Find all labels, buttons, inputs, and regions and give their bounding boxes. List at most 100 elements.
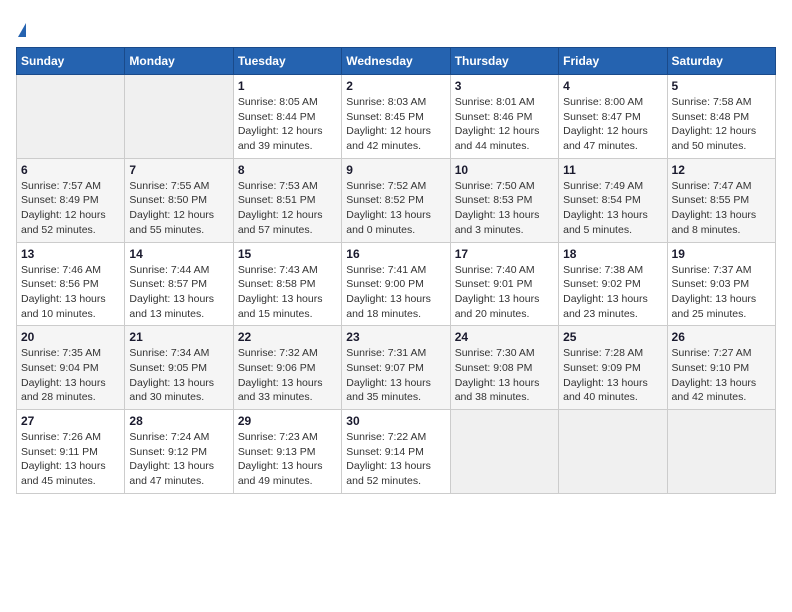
weekday-header-saturday: Saturday bbox=[667, 48, 775, 75]
day-number: 12 bbox=[672, 163, 771, 177]
day-info: Sunrise: 7:43 AMSunset: 8:58 PMDaylight:… bbox=[238, 263, 337, 322]
day-info: Sunrise: 7:46 AMSunset: 8:56 PMDaylight:… bbox=[21, 263, 120, 322]
day-number: 5 bbox=[672, 79, 771, 93]
calendar-cell: 8 Sunrise: 7:53 AMSunset: 8:51 PMDaylight… bbox=[233, 158, 341, 242]
day-number: 23 bbox=[346, 330, 445, 344]
day-info: Sunrise: 7:55 AMSunset: 8:50 PMDaylight:… bbox=[129, 179, 228, 238]
calendar-cell: 25 Sunrise: 7:28 AMSunset: 9:09 PMDayligh… bbox=[559, 326, 667, 410]
calendar-cell: 6Sunrise: 7:57 AMSunset: 8:49 PMDaylight… bbox=[17, 158, 125, 242]
day-info: Sunrise: 7:27 AMSunset: 9:10 PMDaylight:… bbox=[672, 346, 771, 405]
day-number: 13 bbox=[21, 247, 120, 261]
calendar-week-row: 1 Sunrise: 8:05 AMSunset: 8:44 PMDaylight… bbox=[17, 75, 776, 159]
day-info: Sunrise: 7:32 AMSunset: 9:06 PMDaylight:… bbox=[238, 346, 337, 405]
calendar-cell bbox=[125, 75, 233, 159]
logo-triangle-icon bbox=[18, 23, 26, 37]
calendar-week-row: 13 Sunrise: 7:46 AMSunset: 8:56 PMDayligh… bbox=[17, 242, 776, 326]
calendar-cell: 18Sunrise: 7:38 AMSunset: 9:02 PMDayligh… bbox=[559, 242, 667, 326]
calendar-cell: 5 Sunrise: 7:58 AMSunset: 8:48 PMDaylight… bbox=[667, 75, 775, 159]
calendar-cell: 21 Sunrise: 7:34 AMSunset: 9:05 PMDayligh… bbox=[125, 326, 233, 410]
day-info: Sunrise: 7:38 AMSunset: 9:02 PMDaylight:… bbox=[563, 263, 662, 322]
calendar-cell: 1 Sunrise: 8:05 AMSunset: 8:44 PMDaylight… bbox=[233, 75, 341, 159]
day-number: 11 bbox=[563, 163, 662, 177]
day-info: Sunrise: 7:53 AMSunset: 8:51 PMDaylight:… bbox=[238, 179, 337, 238]
day-number: 2 bbox=[346, 79, 445, 93]
calendar-table: SundayMondayTuesdayWednesdayThursdayFrid… bbox=[16, 47, 776, 494]
day-info: Sunrise: 7:40 AMSunset: 9:01 PMDaylight:… bbox=[455, 263, 554, 322]
day-number: 19 bbox=[672, 247, 771, 261]
calendar-cell: 16 Sunrise: 7:41 AMSunset: 9:00 PMDayligh… bbox=[342, 242, 450, 326]
day-info: Sunrise: 7:44 AMSunset: 8:57 PMDaylight:… bbox=[129, 263, 228, 322]
day-number: 16 bbox=[346, 247, 445, 261]
day-number: 9 bbox=[346, 163, 445, 177]
day-number: 4 bbox=[563, 79, 662, 93]
day-info: Sunrise: 7:22 AMSunset: 9:14 PMDaylight:… bbox=[346, 430, 445, 489]
calendar-cell: 13 Sunrise: 7:46 AMSunset: 8:56 PMDayligh… bbox=[17, 242, 125, 326]
day-info: Sunrise: 7:57 AMSunset: 8:49 PMDaylight:… bbox=[21, 179, 120, 238]
day-info: Sunrise: 7:37 AMSunset: 9:03 PMDaylight:… bbox=[672, 263, 771, 322]
calendar-cell: 27Sunrise: 7:26 AMSunset: 9:11 PMDayligh… bbox=[17, 410, 125, 494]
day-number: 25 bbox=[563, 330, 662, 344]
day-info: Sunrise: 8:03 AMSunset: 8:45 PMDaylight:… bbox=[346, 95, 445, 154]
day-number: 24 bbox=[455, 330, 554, 344]
day-info: Sunrise: 7:34 AMSunset: 9:05 PMDaylight:… bbox=[129, 346, 228, 405]
day-info: Sunrise: 8:00 AMSunset: 8:47 PMDaylight:… bbox=[563, 95, 662, 154]
day-info: Sunrise: 7:24 AMSunset: 9:12 PMDaylight:… bbox=[129, 430, 228, 489]
calendar-cell: 26 Sunrise: 7:27 AMSunset: 9:10 PMDayligh… bbox=[667, 326, 775, 410]
page-header bbox=[16, 16, 776, 39]
calendar-cell: 17 Sunrise: 7:40 AMSunset: 9:01 PMDayligh… bbox=[450, 242, 558, 326]
day-info: Sunrise: 7:49 AMSunset: 8:54 PMDaylight:… bbox=[563, 179, 662, 238]
day-number: 15 bbox=[238, 247, 337, 261]
calendar-week-row: 6Sunrise: 7:57 AMSunset: 8:49 PMDaylight… bbox=[17, 158, 776, 242]
day-info: Sunrise: 7:28 AMSunset: 9:09 PMDaylight:… bbox=[563, 346, 662, 405]
day-number: 22 bbox=[238, 330, 337, 344]
logo bbox=[16, 16, 26, 39]
calendar-cell: 15 Sunrise: 7:43 AMSunset: 8:58 PMDayligh… bbox=[233, 242, 341, 326]
day-info: Sunrise: 7:23 AMSunset: 9:13 PMDaylight:… bbox=[238, 430, 337, 489]
day-number: 8 bbox=[238, 163, 337, 177]
calendar-cell: 11 Sunrise: 7:49 AMSunset: 8:54 PMDayligh… bbox=[559, 158, 667, 242]
calendar-cell: 3Sunrise: 8:01 AMSunset: 8:46 PMDaylight… bbox=[450, 75, 558, 159]
calendar-cell: 23 Sunrise: 7:31 AMSunset: 9:07 PMDayligh… bbox=[342, 326, 450, 410]
day-number: 3 bbox=[455, 79, 554, 93]
day-info: Sunrise: 7:47 AMSunset: 8:55 PMDaylight:… bbox=[672, 179, 771, 238]
calendar-cell bbox=[559, 410, 667, 494]
calendar-cell bbox=[450, 410, 558, 494]
calendar-cell: 20 Sunrise: 7:35 AMSunset: 9:04 PMDayligh… bbox=[17, 326, 125, 410]
calendar-cell bbox=[667, 410, 775, 494]
calendar-cell: 4 Sunrise: 8:00 AMSunset: 8:47 PMDaylight… bbox=[559, 75, 667, 159]
day-number: 14 bbox=[129, 247, 228, 261]
calendar-week-row: 20 Sunrise: 7:35 AMSunset: 9:04 PMDayligh… bbox=[17, 326, 776, 410]
calendar-header: SundayMondayTuesdayWednesdayThursdayFrid… bbox=[17, 48, 776, 75]
day-info: Sunrise: 8:05 AMSunset: 8:44 PMDaylight:… bbox=[238, 95, 337, 154]
day-number: 29 bbox=[238, 414, 337, 428]
day-info: Sunrise: 7:31 AMSunset: 9:07 PMDaylight:… bbox=[346, 346, 445, 405]
calendar-cell: 24 Sunrise: 7:30 AMSunset: 9:08 PMDayligh… bbox=[450, 326, 558, 410]
weekday-header-wednesday: Wednesday bbox=[342, 48, 450, 75]
calendar-cell: 14 Sunrise: 7:44 AMSunset: 8:57 PMDayligh… bbox=[125, 242, 233, 326]
weekday-header-friday: Friday bbox=[559, 48, 667, 75]
day-info: Sunrise: 7:58 AMSunset: 8:48 PMDaylight:… bbox=[672, 95, 771, 154]
day-info: Sunrise: 7:41 AMSunset: 9:00 PMDaylight:… bbox=[346, 263, 445, 322]
logo-top-row bbox=[16, 16, 26, 39]
day-info: Sunrise: 7:35 AMSunset: 9:04 PMDaylight:… bbox=[21, 346, 120, 405]
day-number: 10 bbox=[455, 163, 554, 177]
calendar-week-row: 27Sunrise: 7:26 AMSunset: 9:11 PMDayligh… bbox=[17, 410, 776, 494]
day-number: 7 bbox=[129, 163, 228, 177]
calendar-cell: 10Sunrise: 7:50 AMSunset: 8:53 PMDayligh… bbox=[450, 158, 558, 242]
calendar-cell: 9 Sunrise: 7:52 AMSunset: 8:52 PMDaylight… bbox=[342, 158, 450, 242]
day-number: 27 bbox=[21, 414, 120, 428]
day-number: 26 bbox=[672, 330, 771, 344]
calendar-cell: 22 Sunrise: 7:32 AMSunset: 9:06 PMDayligh… bbox=[233, 326, 341, 410]
weekday-header-tuesday: Tuesday bbox=[233, 48, 341, 75]
day-number: 17 bbox=[455, 247, 554, 261]
calendar-body: 1 Sunrise: 8:05 AMSunset: 8:44 PMDaylight… bbox=[17, 75, 776, 494]
day-number: 28 bbox=[129, 414, 228, 428]
weekday-header-monday: Monday bbox=[125, 48, 233, 75]
day-number: 20 bbox=[21, 330, 120, 344]
calendar-cell: 7 Sunrise: 7:55 AMSunset: 8:50 PMDaylight… bbox=[125, 158, 233, 242]
day-number: 30 bbox=[346, 414, 445, 428]
day-info: Sunrise: 7:52 AMSunset: 8:52 PMDaylight:… bbox=[346, 179, 445, 238]
day-number: 21 bbox=[129, 330, 228, 344]
day-info: Sunrise: 7:30 AMSunset: 9:08 PMDaylight:… bbox=[455, 346, 554, 405]
day-number: 1 bbox=[238, 79, 337, 93]
